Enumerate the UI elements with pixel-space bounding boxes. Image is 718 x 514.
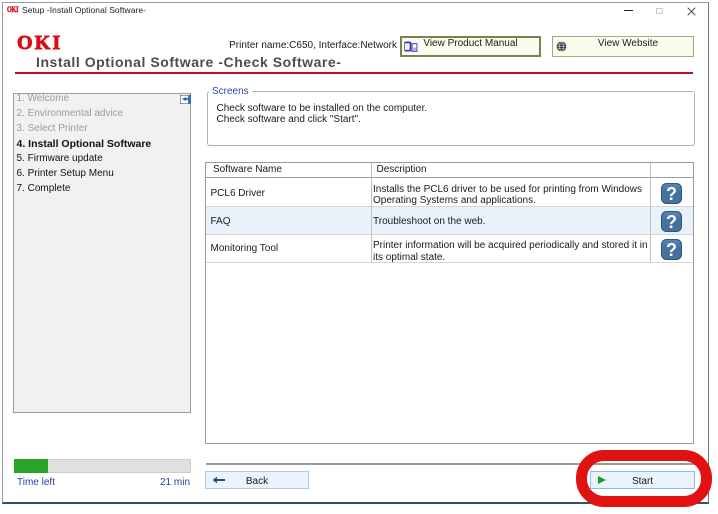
svg-text:?: ? <box>666 240 677 260</box>
svg-text:?: ? <box>666 184 677 204</box>
svg-text:?: ? <box>666 212 677 232</box>
